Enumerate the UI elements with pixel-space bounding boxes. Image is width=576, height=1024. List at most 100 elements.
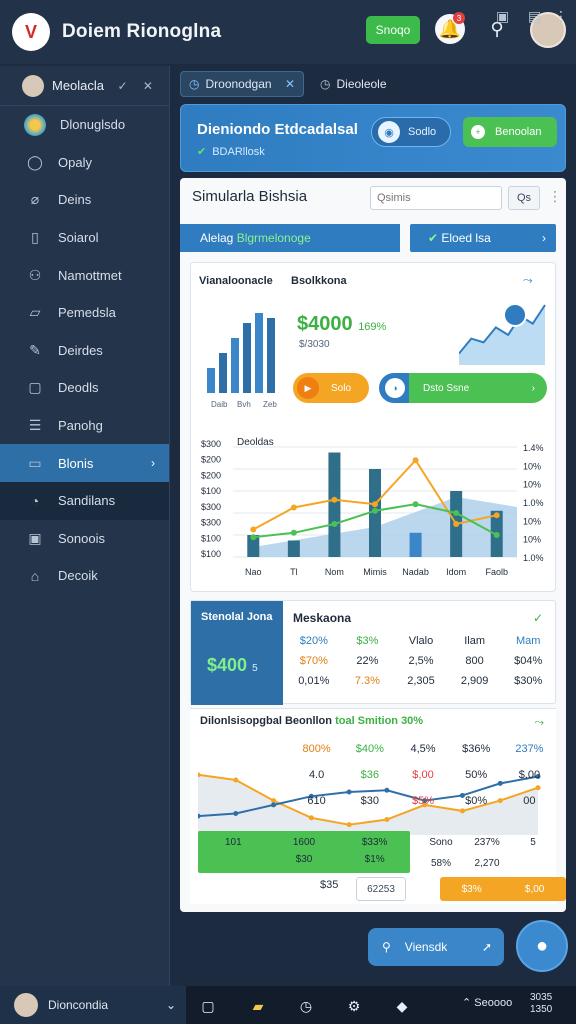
green-pill-button[interactable]: ◑ Dsto Ssne ›	[379, 373, 547, 403]
window-icon[interactable]: ▤	[528, 8, 541, 25]
combo-chart: Deoldas $300 $200 $200 $100 $300 $300 $100 $100…	[201, 437, 544, 577]
sidebar-item-folders[interactable]: ▱ Pemedsla	[0, 294, 169, 332]
chevron-up-icon: ⌃	[462, 997, 475, 1009]
tab-second[interactable]: ◷ Dieoleole	[312, 71, 395, 97]
app-logo[interactable]: V	[12, 13, 50, 51]
combo-right-tick: 1.0%	[523, 553, 544, 563]
combo-point	[290, 529, 297, 536]
folder-icon[interactable]: ▰	[248, 996, 268, 1016]
grid-cell: $30	[295, 854, 313, 865]
hero-toggle-button[interactable]: ◉ Sodlo	[371, 117, 451, 147]
green-pill-label: Dsto Ssne	[423, 382, 470, 394]
bell-icon[interactable]: 🔔 3	[435, 12, 465, 44]
sidebar-item-label: Sandilans	[58, 493, 116, 509]
chat-icon[interactable]: ◆	[392, 996, 412, 1016]
clock[interactable]: 3035 1350	[530, 992, 552, 1016]
bottom-chart-card: Dilonlsisopgbal Beonllon toal Smition 30…	[190, 708, 566, 904]
bottom-point	[346, 822, 352, 828]
filter-dropdown[interactable]: ✔ Eloed lsa ›	[410, 224, 556, 252]
taskbar-user-name: Dioncondia	[48, 998, 109, 1012]
sidebar-item-chat[interactable]: ◯ Opaly	[0, 144, 169, 182]
green-summary-bar[interactable]: 101 1600 $33% $30 $1%	[198, 831, 410, 873]
hero-toggle-label: Sodlo	[408, 126, 437, 138]
hero-primary-button[interactable]: + Benoolan	[463, 117, 557, 147]
sidebar-item-building[interactable]: ⌂ Decoik	[0, 557, 169, 595]
combo-left-tick: $200	[201, 470, 221, 480]
grid-cell: 4,5%	[410, 743, 436, 755]
grid-cell: $33%	[361, 837, 388, 848]
combo-right-tick: 1.0%	[523, 498, 544, 508]
search-button[interactable]: Qs	[508, 186, 540, 210]
sidebar-item-edit[interactable]: ✎ Deirdes	[0, 332, 169, 370]
sidebar-item-tags[interactable]: ⌀ Deins	[0, 181, 169, 219]
footer-value: $35	[320, 879, 339, 891]
search-input[interactable]	[370, 186, 502, 210]
mini-bar	[219, 353, 227, 393]
app-title: Doiem Rionoglna	[62, 21, 222, 42]
floating-action-pill[interactable]: ⚲ Viensdk ➚	[368, 928, 504, 966]
orange-pill-button[interactable]: ▶ Solo	[293, 373, 369, 403]
sidebar-item-label: Deins	[58, 192, 92, 208]
sidebar-item-reports[interactable]: ▣ Sonoois	[0, 520, 169, 558]
combo-left-tick: $300	[201, 518, 221, 528]
sidebar-item-dashboard[interactable]: Dlonuglsdo	[0, 106, 169, 144]
hero-title: Dieniondo Etdcadalsal	[197, 121, 358, 138]
trend-icon[interactable]: ⤳	[534, 715, 544, 730]
sidebar-item-files[interactable]: ▢ Deodls	[0, 369, 169, 407]
sidebar-item-label: Namottmet	[58, 267, 122, 283]
combo-point	[290, 504, 297, 511]
stats-highlight[interactable]: Stenolal Jona $400 5	[191, 601, 283, 705]
combo-right-tick: 10%	[523, 535, 541, 545]
trend-icon[interactable]: ⤳	[523, 273, 533, 288]
sidebar-item-label: Deodls	[58, 380, 99, 396]
chevron-down-icon[interactable]: ✓	[533, 611, 543, 625]
user-fab-button[interactable]: ●	[516, 920, 568, 972]
lock-icon[interactable]: ▣	[496, 8, 509, 25]
clock-icon: ◔	[30, 492, 40, 509]
building-icon: ⌂	[30, 567, 40, 584]
combo-point	[372, 507, 378, 514]
clock-icon: ◷	[320, 77, 331, 91]
sidebar-item-label: Decoik	[58, 568, 98, 584]
system-tray[interactable]: ⌃ Seoooo	[462, 996, 512, 1009]
link-icon: ⚲	[382, 940, 391, 954]
taskbar-user[interactable]: Dioncondia ⌄	[0, 986, 186, 1024]
sidebar-item-label: Blonis	[58, 455, 94, 471]
sidebar-item-sessions[interactable]: ◔ Sandilans	[0, 481, 169, 520]
grid-cell: 610	[307, 795, 326, 807]
combo-point	[453, 521, 460, 527]
footer-box[interactable]: 62253	[356, 877, 406, 901]
more-icon[interactable]: ⋮	[548, 188, 562, 205]
sidebar-item-users[interactable]: ⚇ Namottmet	[0, 256, 169, 294]
sidebar-item-label: Deirdes	[58, 342, 103, 358]
chart-card: Vianaloonacle Bsolkkona ⤳ Daib Bvh Zeb $40…	[190, 262, 556, 592]
sidebar-user-name: Meolacla	[52, 78, 105, 93]
more-icon[interactable]: ⋮	[554, 8, 568, 25]
bottom-card-title: Dilonlsisopgbal Beonllon toal Smition 30…	[200, 715, 423, 727]
grid-cell: 800%	[302, 743, 331, 755]
grid-cell: $30%	[514, 675, 543, 687]
combo-point	[250, 534, 257, 541]
sidebar-item-label: Panohg	[58, 418, 103, 434]
sidebar-item-label: Dlonuglsdo	[60, 117, 126, 133]
hero-subtitle: ✔ BDARllosk	[197, 145, 265, 158]
sidebar-item-active[interactable]: ▭ Blonis ›	[0, 444, 169, 482]
sidebar-item-documents[interactable]: ▯ Soiarol	[0, 219, 169, 257]
grid-cell: 7.3%	[354, 675, 380, 687]
close-icon[interactable]: ✕	[285, 77, 295, 91]
window-icon[interactable]: ▢	[198, 996, 218, 1016]
grid-cell: 237%	[474, 837, 500, 848]
header-action-button[interactable]: Snoqo	[366, 16, 420, 44]
hero-primary-label: Benoolan	[495, 126, 542, 138]
grid-cell	[198, 854, 269, 865]
filter-bar[interactable]: Alelag Blgrmelonoge	[180, 224, 400, 252]
tab-active[interactable]: ◷ Droonodgan ✕	[180, 71, 304, 97]
app-icon[interactable]: ⚙	[344, 996, 364, 1016]
sidebar-controls[interactable]: ✓ ✕	[118, 79, 159, 93]
grid-cell: Ilam	[464, 635, 485, 647]
footer-orange-bar[interactable]: $3% $,00	[440, 877, 566, 901]
clock-icon[interactable]: ◷	[296, 996, 316, 1016]
stats-highlight-number: $400	[207, 655, 248, 675]
sidebar-item-list[interactable]: ☰ Panohg	[0, 407, 169, 445]
sidebar-user[interactable]: Meolacla ✓ ✕	[0, 66, 169, 106]
